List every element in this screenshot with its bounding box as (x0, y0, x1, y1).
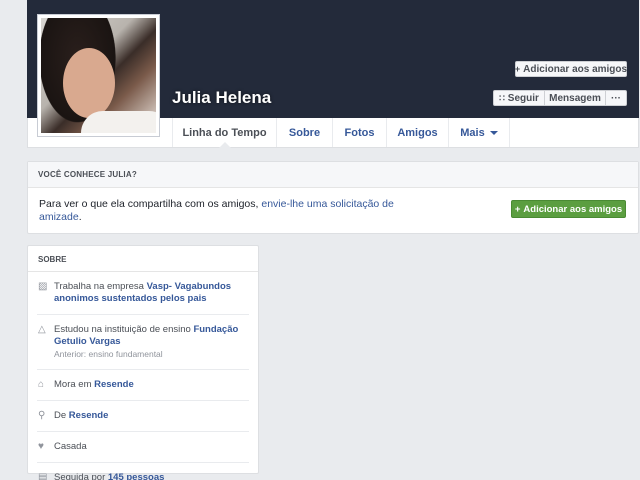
about-lives-link[interactable]: Resende (94, 379, 134, 390)
tab-more[interactable]: Mais (448, 118, 510, 147)
about-work: ▨ Trabalha na empresa Vasp- Vagabundos a… (28, 281, 258, 305)
tab-about[interactable]: Sobre (276, 118, 332, 147)
add-friend-label: Adicionar aos amigos (523, 63, 628, 75)
about-followers-link[interactable]: 145 pessoas (108, 472, 165, 480)
about-followers-prefix: Seguida por (54, 472, 108, 480)
know-person-box: VOCÊ CONHECE JULIA? Para ver o que ela c… (27, 161, 639, 234)
briefcase-icon: ▨ (38, 281, 48, 292)
more-options-button[interactable]: ··· (605, 90, 627, 106)
graduation-cap-icon: △ (38, 324, 46, 335)
about-from-text: De Resende (54, 410, 108, 422)
about-study-sub: Anterior: ensino fundamental (54, 349, 163, 359)
rss-icon: ∷ (499, 92, 505, 103)
divider (37, 314, 249, 315)
divider (37, 400, 249, 401)
tab-friends[interactable]: Amigos (386, 118, 448, 147)
add-friend-button[interactable]: + Adicionar aos amigos (515, 61, 627, 77)
follow-label: Seguir (507, 92, 539, 104)
follow-button[interactable]: ∷ Seguir (493, 90, 545, 106)
photo-shirt (81, 111, 156, 133)
chevron-down-icon (489, 130, 498, 135)
know-box-text-end: . (78, 211, 82, 223)
message-button[interactable]: Mensagem (544, 90, 606, 106)
about-followers-text: Seguida por 145 pessoas (54, 472, 164, 480)
about-lives-prefix: Mora em (54, 379, 95, 390)
about-lives: ⌂ Mora em Resende (28, 379, 258, 391)
about-study-prefix: Estudou na instituição de ensino (54, 324, 194, 335)
tab-timeline-label: Linha do Tempo (182, 126, 267, 139)
about-followers: ▤ Seguida por 145 pessoas (28, 472, 258, 480)
add-friend-green-button[interactable]: + Adicionar aos amigos (511, 200, 626, 218)
about-relationship: ♥ Casada (28, 441, 258, 453)
know-box-text: Para ver o que ela compartilha com os am… (39, 198, 399, 224)
profile-picture[interactable] (37, 14, 160, 137)
about-from: ⚲ De Resende (28, 410, 258, 422)
about-from-prefix: De (54, 410, 69, 421)
about-work-prefix: Trabalha na empresa (54, 281, 147, 292)
add-friend-green-label: Adicionar aos amigos (523, 203, 623, 215)
about-lives-text: Mora em Resende (54, 379, 134, 391)
about-study-text: Estudou na instituição de ensino Fundaçã… (54, 324, 248, 360)
message-label: Mensagem (549, 92, 601, 104)
tab-about-label: Sobre (288, 126, 321, 139)
about-from-link[interactable]: Resende (69, 410, 109, 421)
home-icon: ⌂ (38, 379, 45, 390)
add-friend-icon: + (514, 64, 521, 74)
more-options-icon: ··· (611, 92, 621, 104)
about-title: SOBRE (28, 246, 258, 272)
tab-friends-label: Amigos (397, 126, 438, 139)
heart-icon: ♥ (38, 441, 44, 452)
tab-photos[interactable]: Fotos (332, 118, 386, 147)
tab-timeline[interactable]: Linha do Tempo (172, 118, 276, 148)
rss-icon: ▤ (38, 472, 48, 480)
profile-photo-image (41, 18, 156, 133)
about-box: SOBRE ▨ Trabalha na empresa Vasp- Vagabu… (27, 245, 259, 480)
profile-name[interactable]: Julia Helena (172, 88, 271, 108)
know-box-title: VOCÊ CONHECE JULIA? (28, 162, 638, 188)
about-study: △ Estudou na instituição de ensino Funda… (28, 324, 258, 360)
photo-face (63, 48, 115, 118)
add-friend-icon: + (514, 203, 521, 215)
about-work-text: Trabalha na empresa Vasp- Vagabundos ano… (54, 281, 248, 305)
divider (37, 369, 249, 370)
divider (37, 462, 249, 463)
divider (37, 431, 249, 432)
map-pin-icon: ⚲ (38, 410, 46, 421)
tab-photos-label: Fotos (344, 126, 375, 139)
tab-more-label: Mais (460, 126, 485, 139)
about-relationship-text: Casada (54, 441, 87, 452)
know-box-text-start: Para ver o que ela compartilha com os am… (39, 198, 262, 210)
